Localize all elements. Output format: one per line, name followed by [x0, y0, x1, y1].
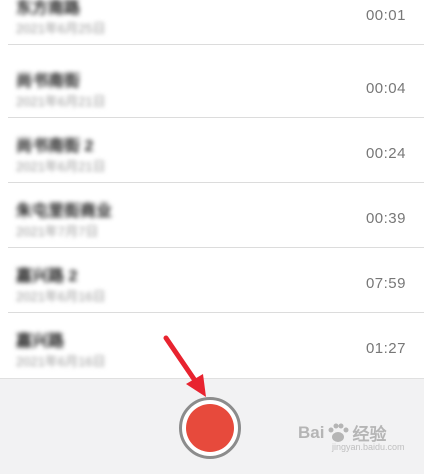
recording-name: 东方南路 [16, 0, 81, 17]
recording-name: 尚书南街 [16, 73, 81, 90]
recording-row[interactable]: 朱屯里街商业 2021年7月7日 00:39 [0, 183, 424, 248]
recording-row[interactable]: 东方南路 2021年6月25日 00:01 [0, 0, 424, 45]
recording-date: 2021年6月16日 [16, 289, 106, 304]
recording-duration: 07:59 [365, 275, 406, 292]
paw-logo-icon [328, 423, 349, 442]
recording-duration: 00:24 [365, 145, 406, 162]
watermark-brand: Bai [298, 422, 325, 442]
recording-date: 2021年7月7日 [16, 224, 99, 239]
recording-duration: 00:04 [365, 80, 406, 97]
recording-duration: 01:27 [365, 340, 406, 357]
recording-name: 嘉兴路 [16, 333, 65, 350]
recording-row[interactable]: 尚书南街 2021年6月21日 00:04 [0, 53, 424, 118]
recording-name: 朱屯里街商业 [16, 203, 113, 220]
recording-date: 2021年6月16日 [16, 354, 106, 369]
recording-duration: 00:01 [365, 7, 406, 24]
recording-date: 2021年6月25日 [16, 21, 106, 36]
recording-row[interactable]: 尚书南街 2 2021年6月21日 00:24 [0, 118, 424, 183]
recording-name: 嘉兴路 2 [16, 268, 78, 285]
recording-row[interactable]: 嘉兴路 2021年6月16日 01:27 [0, 313, 424, 378]
recordings-list: 东方南路 2021年6月25日 00:01 尚书南街 2021年6月21日 00… [0, 0, 424, 378]
recording-date: 2021年6月21日 [16, 94, 106, 109]
recording-row[interactable]: 嘉兴路 2 2021年6月16日 07:59 [0, 248, 424, 313]
baidu-watermark: Bai 经验 jingyan.baidu.com [298, 420, 405, 453]
recording-name: 尚书南街 2 [16, 138, 94, 155]
watermark-url: jingyan.baidu.com [332, 442, 405, 452]
recording-duration: 00:39 [365, 210, 406, 227]
recording-date: 2021年6月21日 [16, 159, 106, 174]
row-divider [8, 44, 424, 45]
record-button[interactable] [179, 397, 241, 459]
record-dot-icon [186, 404, 234, 452]
